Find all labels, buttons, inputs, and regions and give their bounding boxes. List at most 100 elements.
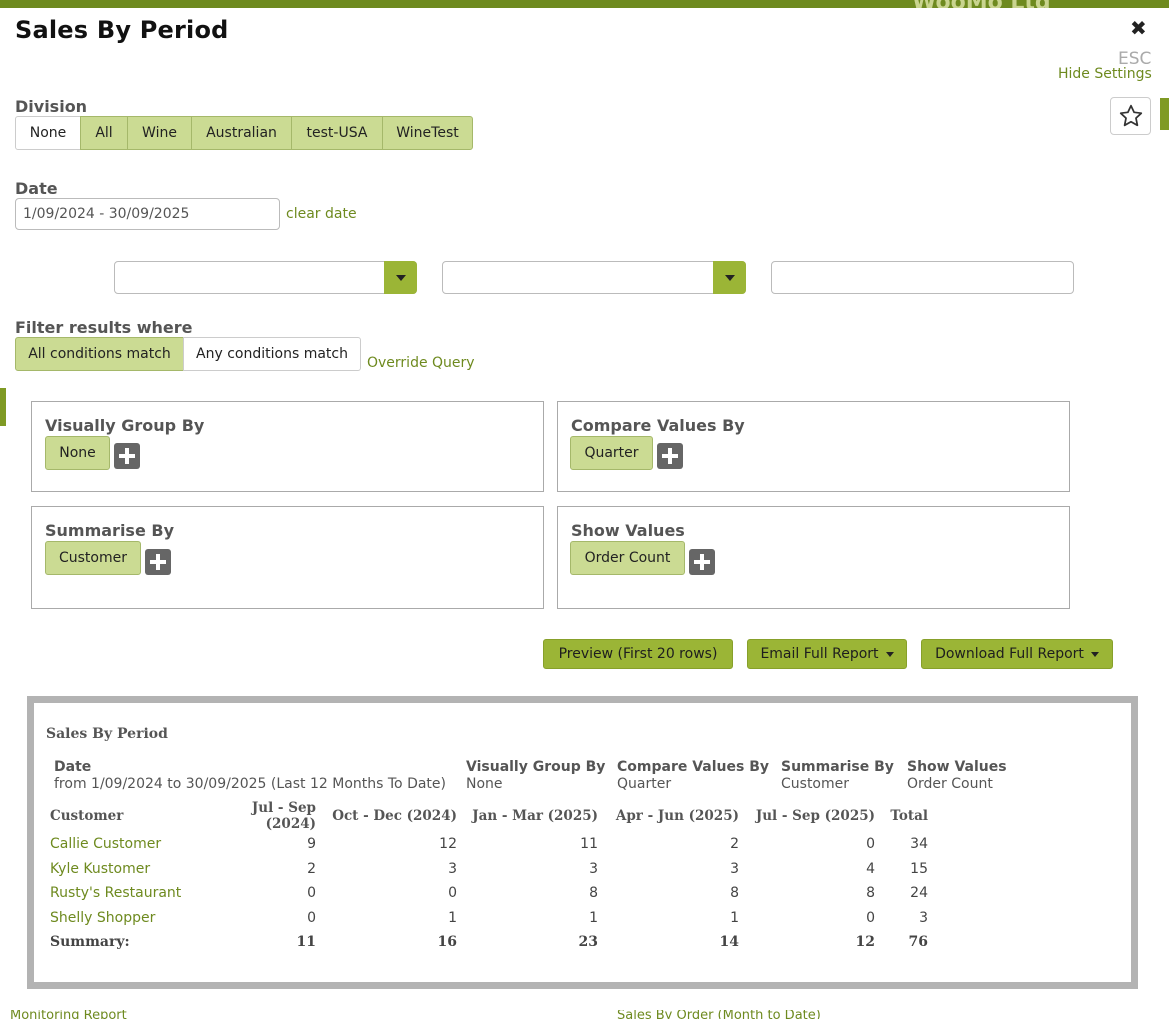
division-option-all[interactable]: All [80,116,128,150]
meta-show-value: Order Count [907,776,993,792]
any-conditions-button[interactable]: Any conditions match [183,337,361,371]
chevron-down-icon[interactable] [713,261,746,294]
table-row: Callie Customer 9 12 11 2 0 34 [50,832,928,857]
customer-link[interactable]: Shelly Shopper [50,906,201,931]
show-values-panel: Show Values Order Count [557,506,1070,609]
panel-title: Visually Group By [45,416,205,435]
table-cell: 0 [866,909,875,926]
column-header[interactable]: Customer [50,800,201,832]
show-values-chip[interactable]: Order Count [570,541,685,575]
preview-button-label: Preview (First 20 rows) [558,646,718,662]
table-cell: 2 [730,836,739,853]
download-report-button[interactable]: Download Full Report [921,639,1113,669]
filter-operator-select[interactable] [442,261,746,294]
table-cell: 0 [307,885,316,902]
table-row: Kyle Kustomer 2 3 3 3 4 15 [50,857,928,882]
table-cell: 0 [448,885,457,902]
meta-group-label: Visually Group By [466,759,606,775]
summary-cell: 11 [296,934,316,951]
table-cell: 9 [307,836,316,853]
summary-label: Summary: [50,934,130,951]
table-cell-total: 34 [910,836,928,853]
table-cell: 3 [448,860,457,877]
table-cell: 4 [866,860,875,877]
summary-cell: 16 [437,934,457,951]
table-header-row: Customer Jul - Sep (2024) Oct - Dec (202… [50,800,928,832]
column-header[interactable]: Jul - Sep (2025) [739,800,875,832]
meta-compare-label: Compare Values By [617,759,770,775]
table-cell: 1 [589,909,598,926]
meta-summarise-label: Summarise By [781,759,894,775]
table-cell: 3 [589,860,598,877]
add-value-icon[interactable] [689,549,715,575]
meta-date-label: Date [54,759,92,775]
table-row: Shelly Shopper 0 1 1 1 0 3 [50,906,928,931]
table-cell-total: 15 [910,860,928,877]
column-header[interactable]: Jul - Sep (2024) [201,800,316,832]
summarise-by-chip[interactable]: Customer [45,541,141,575]
customer-link[interactable]: Kyle Kustomer [50,857,201,882]
meta-compare: Compare Values By Quarter [617,759,769,793]
meta-show: Show Values Order Count [907,759,1007,793]
table-cell: 12 [439,836,457,853]
caret-down-icon [885,651,894,657]
email-button-label: Email Full Report [760,646,879,662]
background-link-monitoring-report[interactable]: Monitoring Report [10,1010,127,1019]
division-label: Division [15,97,88,116]
table-cell: 0 [866,836,875,853]
date-range-input[interactable]: 1/09/2024 - 30/09/2025 [15,198,280,230]
customer-link[interactable]: Rusty's Restaurant [50,881,201,906]
add-compare-icon[interactable] [657,443,683,469]
division-option-none[interactable]: None [15,116,81,150]
table-cell: 1 [448,909,457,926]
table-cell: 0 [307,909,316,926]
column-header[interactable]: Oct - Dec (2024) [316,800,457,832]
summary-cell: 23 [578,934,598,951]
match-mode-selector: All conditions match Any conditions matc… [15,337,361,371]
division-option-australian[interactable]: Australian [191,116,292,150]
background-bottom-strip: Monitoring Report Sales By Order (Month … [0,1010,1169,1019]
close-icon[interactable]: ✖ [1130,16,1147,40]
dialog-title: Sales By Period [15,16,229,44]
filter-label: Filter results where [15,318,193,337]
column-header[interactable]: Apr - Jun (2025) [598,800,739,832]
background-link-sales-by-order[interactable]: Sales By Order (Month to Date) [617,1010,821,1019]
summarise-by-panel: Summarise By Customer [31,506,544,609]
summary-cell-total: 76 [908,934,928,951]
meta-group: Visually Group By None [466,759,605,793]
all-conditions-button[interactable]: All conditions match [15,337,184,371]
table-cell: 1 [730,909,739,926]
date-label: Date [15,179,58,198]
add-group-icon[interactable] [114,443,140,469]
hide-settings-link[interactable]: Hide Settings [1058,66,1152,82]
override-query-link[interactable]: Override Query [367,355,475,371]
panel-title: Show Values [571,521,685,540]
group-by-chip[interactable]: None [45,436,110,470]
customer-link[interactable]: Callie Customer [50,832,201,857]
clear-date-link[interactable]: clear date [286,206,357,222]
preview-button[interactable]: Preview (First 20 rows) [543,639,733,669]
sales-by-period-dialog: Sales By Period ✖ ESC Hide Settings Divi… [6,8,1160,1010]
column-header[interactable]: Jan - Mar (2025) [457,800,598,832]
division-selector: None All Wine Australian test-USA WineTe… [15,116,473,150]
column-header[interactable]: Total [875,800,928,832]
summary-cell: 14 [719,934,739,951]
chevron-down-icon[interactable] [384,261,417,294]
filter-field-select[interactable] [114,261,417,294]
visually-group-by-panel: Visually Group By None [31,401,544,492]
add-summary-icon[interactable] [145,549,171,575]
meta-show-label: Show Values [907,759,1007,775]
email-report-button[interactable]: Email Full Report [747,639,907,669]
meta-date-value: from 1/09/2024 to 30/09/2025 (Last 12 Mo… [54,776,446,792]
table-cell: 3 [730,860,739,877]
background-right-strip [1160,8,1169,1019]
compare-by-chip[interactable]: Quarter [570,436,653,470]
compare-values-by-panel: Compare Values By Quarter [557,401,1070,492]
table-cell: 2 [307,860,316,877]
meta-summarise: Summarise By Customer [781,759,894,793]
favorite-button[interactable] [1110,97,1151,135]
division-option-test-usa[interactable]: test-USA [291,116,383,150]
division-option-wine[interactable]: Wine [127,116,192,150]
division-option-winetest[interactable]: WineTest [382,116,473,150]
filter-value-input[interactable] [771,261,1074,294]
